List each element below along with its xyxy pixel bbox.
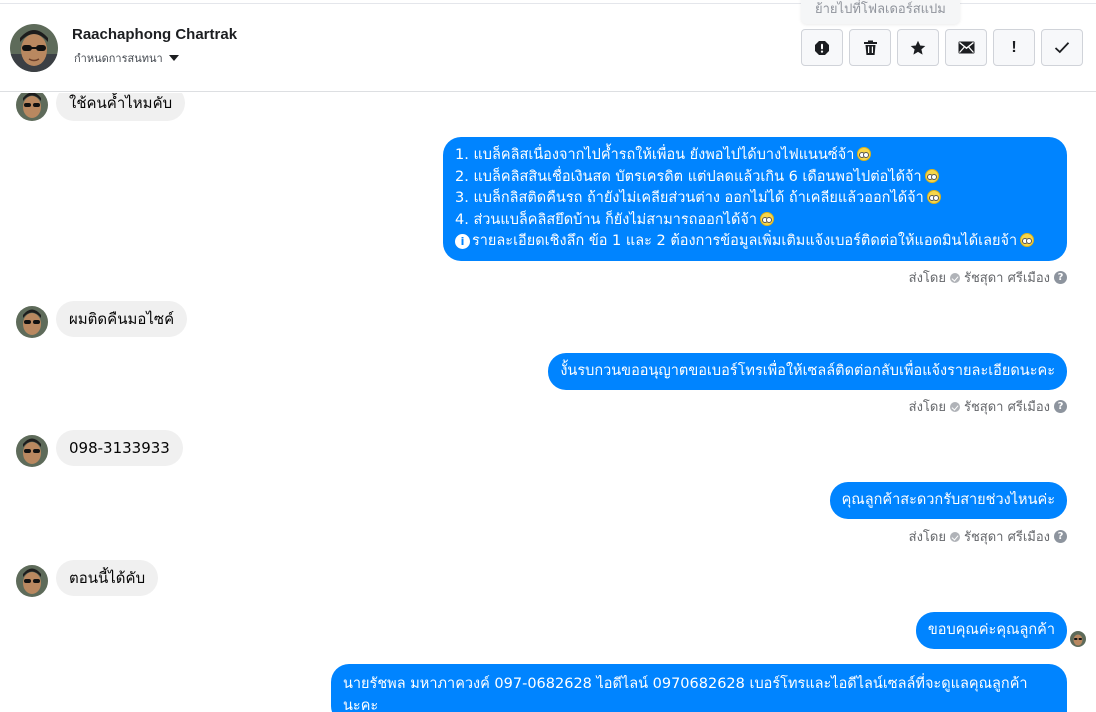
sent-by-prefix: ส่งโดย xyxy=(908,400,946,415)
sender-avatar xyxy=(16,565,48,597)
trash-icon xyxy=(863,40,877,55)
mail-icon xyxy=(958,41,974,54)
sent-by-meta: ส่งโดย รัชสุดา ศรีเมือง ? xyxy=(909,396,1067,417)
sent-check-icon xyxy=(949,272,960,283)
outgoing-message[interactable]: นายรัชพล มหาภาควงค์ 097-0682628 ไอดีไลน์… xyxy=(331,664,1067,712)
sent-by-meta: ส่งโดย รัชสุดา ศรีเมือง ? xyxy=(909,526,1067,547)
mark-unread-button[interactable] xyxy=(945,29,987,66)
emoji-icon xyxy=(1020,233,1035,247)
incoming-message[interactable]: ตอนนี้ได้คับ xyxy=(56,560,159,596)
star-icon xyxy=(910,40,926,55)
message-line: 4. ส่วนแบล็คลิสยึดบ้าน ก็ยังไม่สามารถออก… xyxy=(455,210,1055,232)
exclamation-icon: ! xyxy=(1011,38,1017,56)
info-icon: i xyxy=(455,234,470,249)
conversation-actions-toolbar: ! xyxy=(801,29,1083,66)
emoji-icon xyxy=(760,211,775,226)
sender-avatar xyxy=(16,93,48,121)
sent-check-icon xyxy=(949,531,960,542)
star-button[interactable] xyxy=(897,29,939,66)
contact-avatar[interactable] xyxy=(10,24,58,72)
outgoing-message[interactable]: 1. แบล็คลิสเนื่องจากไปค้ำรถให้เพื่อน ยัง… xyxy=(443,137,1067,261)
sent-by-prefix: ส่งโดย xyxy=(908,271,946,286)
message-line: 3. แบล็กลิสติดคืนรถ ถ้ายังไม่เคลียส่วนต่… xyxy=(455,188,1055,210)
message-line: นายรัชพล มหาภาควงค์ 097-0682628 ไอดีไลน์… xyxy=(343,676,1028,692)
outgoing-message[interactable]: คุณลูกค้าสะดวกรับสายช่วงไหนค่ะ xyxy=(829,482,1067,519)
sender-name: รัชสุดา ศรีเมือง xyxy=(963,530,1050,545)
conversation-header: Raachaphong Chartrak กำหนดการสนทนา ย้ายไ… xyxy=(0,0,1096,92)
message-line: 1. แบล็คลิสเนื่องจากไปค้ำรถให้เพื่อน ยัง… xyxy=(455,145,1055,167)
sent-by-meta: ส่งโดย รัชสุดา ศรีเมือง ? xyxy=(909,267,1067,288)
sent-by-prefix: ส่งโดย xyxy=(908,530,946,545)
mark-spam-button[interactable] xyxy=(801,29,843,66)
help-icon[interactable]: ? xyxy=(1054,530,1067,543)
outgoing-message[interactable]: งั้นรบกวนขออนุญาตขอเบอร์โทรเพื่อให้เซลล์… xyxy=(548,353,1067,390)
delete-button[interactable] xyxy=(849,29,891,66)
message-thread[interactable]: ใช้คนค้ำไหมคับ 1. แบล็คลิสเนื่องจากไปค้ำ… xyxy=(0,93,1096,712)
incoming-message[interactable]: ผมติดคืนมอไซค์ xyxy=(56,301,188,337)
sent-check-icon xyxy=(949,401,960,412)
contact-name: Raachaphong Chartrak xyxy=(72,26,238,43)
emoji-icon xyxy=(857,147,872,161)
sender-avatar xyxy=(16,435,48,467)
help-icon[interactable]: ? xyxy=(1054,271,1067,284)
emoji-icon xyxy=(924,168,939,183)
alert-circle-icon xyxy=(815,40,829,55)
sender-name: รัชสุดา ศรีเมือง xyxy=(963,271,1050,286)
sender-name: รัชสุดา ศรีเมือง xyxy=(963,400,1050,415)
message-line: 2. แบล็คลิสสินเชื่อเงินสด บัตรเครดิต แต่… xyxy=(455,167,1055,189)
assign-conversation-dropdown[interactable]: กำหนดการสนทนา xyxy=(74,49,179,67)
assign-conversation-label: กำหนดการสนทนา xyxy=(74,52,163,65)
incoming-message[interactable]: 098-3133933 xyxy=(56,430,183,466)
help-icon[interactable]: ? xyxy=(1054,400,1067,413)
message-line: นะคะ xyxy=(343,698,379,712)
message-line: i รายละเอียดเชิงลึก ข้อ 1 และ 2 ต้องการข้… xyxy=(455,231,1055,253)
incoming-message[interactable]: ใช้คนค้ำไหมคับ xyxy=(56,93,186,121)
inbox-conversation-view: Raachaphong Chartrak กำหนดการสนทนา ย้ายไ… xyxy=(0,0,1096,712)
caret-down-icon xyxy=(168,55,179,61)
emoji-icon xyxy=(926,190,941,204)
check-icon xyxy=(1054,42,1070,54)
outgoing-message[interactable]: ขอบคุณค่ะคุณลูกค้า xyxy=(915,612,1067,649)
follow-up-button[interactable]: ! xyxy=(993,29,1035,66)
mark-done-button[interactable] xyxy=(1041,29,1083,66)
spam-tooltip: ย้ายไปที่โฟลเดอร์สแปม xyxy=(801,0,960,24)
seen-avatar xyxy=(1070,631,1086,647)
sender-avatar xyxy=(16,306,48,338)
